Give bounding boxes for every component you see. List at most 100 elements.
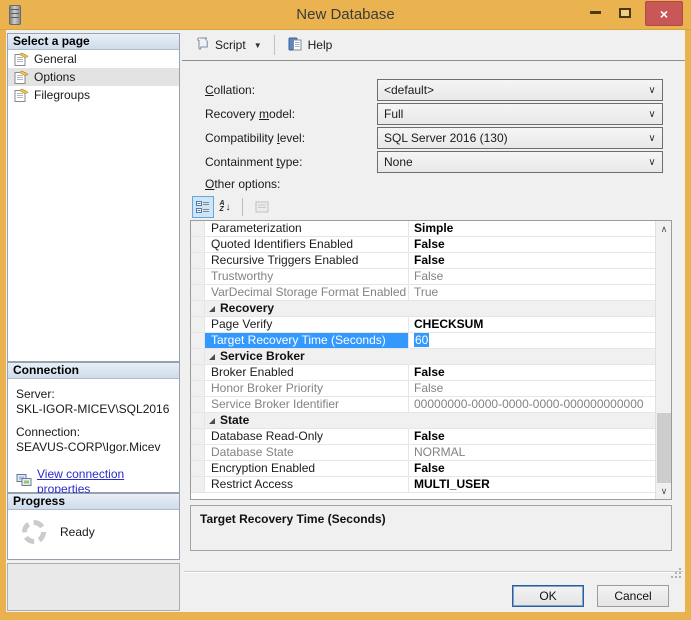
property-name: Broker Enabled <box>205 365 409 380</box>
value-selection: 60 <box>414 333 429 347</box>
property-row[interactable]: VarDecimal Storage Format EnabledTrue <box>191 285 655 301</box>
property-value: MULTI_USER <box>409 477 655 492</box>
row-margin <box>191 381 205 396</box>
property-value: False <box>409 365 655 380</box>
property-grid: ParameterizationSimpleQuoted Identifiers… <box>190 220 672 500</box>
chevron-down-icon: ∨ <box>642 133 662 144</box>
alphabetical-sort-button[interactable]: AZ↓ <box>214 196 236 218</box>
property-value: CHECKSUM <box>409 317 655 332</box>
maximize-icon <box>619 8 631 18</box>
categorized-view-button[interactable] <box>192 196 214 218</box>
select-page-panel: Select a page General OptionsFilegroups <box>7 33 180 362</box>
property-value: False <box>409 253 655 268</box>
help-label: Help <box>308 38 333 52</box>
form-row-compatibility-level: Compatibility level: SQL Server 2016 (130… <box>182 127 685 149</box>
category-row[interactable]: Service Broker <box>191 349 655 365</box>
scrollbar-thumb[interactable] <box>657 413 671 483</box>
help-button[interactable]: Help <box>287 36 333 55</box>
row-margin <box>191 237 205 252</box>
maximize-button[interactable] <box>612 0 638 25</box>
property-row[interactable]: Restrict AccessMULTI_USER <box>191 477 655 493</box>
script-dropdown-icon[interactable]: ▼ <box>254 41 262 50</box>
property-grid-toolbar: AZ↓ <box>192 196 273 218</box>
form-row-recovery-model: Recovery model: Full∨ <box>182 103 685 125</box>
chevron-down-icon: ∨ <box>642 109 662 120</box>
property-name: Service Broker Identifier <box>205 397 409 412</box>
page-icon <box>14 88 30 102</box>
combo-value: SQL Server 2016 (130) <box>378 131 642 145</box>
property-row[interactable]: Page VerifyCHECKSUM <box>191 317 655 333</box>
category-cell: State <box>205 413 655 428</box>
property-value: True <box>409 285 655 300</box>
property-row[interactable]: Quoted Identifiers EnabledFalse <box>191 237 655 253</box>
scroll-down-icon[interactable]: ∨ <box>656 483 672 499</box>
field-label-compatibility-level: Compatibility level: <box>205 131 305 145</box>
compatibility-level-combobox[interactable]: SQL Server 2016 (130)∨ <box>377 127 663 149</box>
property-row[interactable]: Honor Broker PriorityFalse <box>191 381 655 397</box>
combo-value: <default> <box>378 83 642 97</box>
category-name: Recovery <box>220 301 274 316</box>
progress-panel: Progress Ready <box>7 493 180 560</box>
scroll-up-icon[interactable]: ∧ <box>656 221 672 237</box>
sidebar-item-filegroups[interactable]: Filegroups <box>8 86 179 104</box>
form-row-collation: Collation:<default>∨ <box>182 79 685 101</box>
property-row[interactable]: Database StateNORMAL <box>191 445 655 461</box>
select-page-header: Select a page <box>8 34 179 50</box>
resize-grip[interactable] <box>679 568 681 570</box>
collation-combobox[interactable]: <default>∨ <box>377 79 663 101</box>
cancel-button[interactable]: Cancel <box>597 585 669 607</box>
property-name: Database Read-Only <box>205 429 409 444</box>
close-button[interactable]: × <box>645 1 683 26</box>
grid-rows: ParameterizationSimpleQuoted Identifiers… <box>191 221 655 499</box>
property-description: Target Recovery Time (Seconds) <box>190 505 672 551</box>
property-name: Quoted Identifiers Enabled <box>205 237 409 252</box>
connection-properties-icon <box>16 473 32 491</box>
chevron-down-icon: ∨ <box>642 85 662 96</box>
property-row[interactable]: TrustworthyFalse <box>191 269 655 285</box>
row-margin <box>191 301 205 316</box>
containment-type-combobox[interactable]: None∨ <box>377 151 663 173</box>
titlebar: New Database × <box>0 0 691 30</box>
property-row[interactable]: Service Broker Identifier00000000-0000-0… <box>191 397 655 413</box>
connection-label: Connection: <box>16 425 171 440</box>
category-row[interactable]: Recovery <box>191 301 655 317</box>
row-margin <box>191 333 205 348</box>
ok-button[interactable]: OK <box>512 585 584 607</box>
row-margin <box>191 253 205 268</box>
combo-value: None <box>378 155 642 169</box>
field-label-recovery-model: Recovery model: <box>205 107 295 121</box>
category-expanded-icon <box>209 418 215 424</box>
property-row[interactable]: Broker EnabledFalse <box>191 365 655 381</box>
left-footer-panel <box>7 563 180 611</box>
property-row[interactable]: Target Recovery Time (Seconds)60 <box>191 333 655 349</box>
property-name: Recursive Triggers Enabled <box>205 253 409 268</box>
row-margin <box>191 269 205 284</box>
script-button[interactable]: Script ▼ <box>194 36 262 55</box>
property-name: Honor Broker Priority <box>205 381 409 396</box>
sidebar-item-label: General <box>34 52 77 66</box>
recovery-model-combobox[interactable]: Full∨ <box>377 103 663 125</box>
category-row[interactable]: State <box>191 413 655 429</box>
sidebar-item-general[interactable]: General <box>8 50 179 68</box>
grid-scrollbar[interactable]: ∧ ∨ <box>655 221 671 499</box>
category-cell: Service Broker <box>205 349 655 364</box>
property-name: Encryption Enabled <box>205 461 409 476</box>
row-margin <box>191 221 205 236</box>
property-row[interactable]: ParameterizationSimple <box>191 221 655 237</box>
property-row[interactable]: Encryption EnabledFalse <box>191 461 655 477</box>
minimize-button[interactable] <box>582 0 608 25</box>
property-name: Trustworthy <box>205 269 409 284</box>
property-value: False <box>409 429 655 444</box>
property-pages-button <box>251 196 273 218</box>
help-icon <box>287 36 303 55</box>
row-margin <box>191 413 205 428</box>
property-row[interactable]: Recursive Triggers EnabledFalse <box>191 253 655 269</box>
property-name: Page Verify <box>205 317 409 332</box>
connection-header: Connection <box>8 363 179 379</box>
row-margin <box>191 285 205 300</box>
script-label: Script <box>215 38 246 52</box>
dialog-toolbar: Script ▼ Help <box>182 30 685 61</box>
property-row[interactable]: Database Read-OnlyFalse <box>191 429 655 445</box>
sidebar-item-options[interactable]: Options <box>8 68 179 86</box>
property-value: False <box>409 269 655 284</box>
